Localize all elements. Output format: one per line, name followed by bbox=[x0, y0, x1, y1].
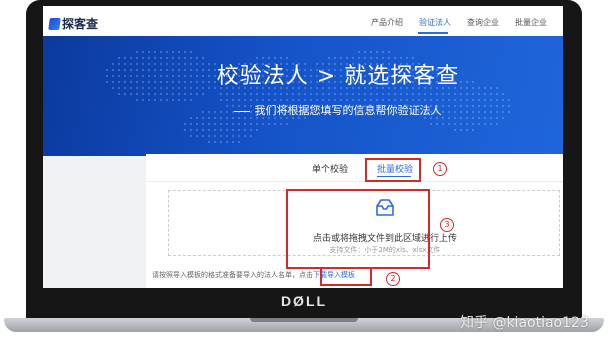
subtitle-dash bbox=[233, 110, 250, 112]
logo-mark-icon bbox=[48, 17, 61, 30]
annotation-box-batch-tab bbox=[365, 158, 421, 182]
hero-banner: 校验法人 > 就选探客查 我们将根据您填写的信息帮你验证法人 bbox=[43, 36, 563, 156]
tab-single-verify[interactable]: 单个校验 bbox=[312, 162, 348, 175]
annotation-box-download-link bbox=[320, 267, 372, 286]
top-nav: 探客查 产品介绍 验证法人 查询企业 批量企业 bbox=[43, 6, 563, 36]
nav-item-batch-company[interactable]: 批量企业 bbox=[515, 17, 547, 28]
tabs-divider bbox=[146, 181, 563, 182]
laptop-screen: 探客查 产品介绍 验证法人 查询企业 批量企业 校验法人 > 就选探客查 我们将… bbox=[43, 6, 563, 288]
nav-active-indicator bbox=[418, 32, 448, 34]
hero-subtitle: 我们将根据您填写的信息帮你验证法人 bbox=[254, 104, 442, 117]
laptop-brand-logo: DØLL bbox=[280, 293, 328, 309]
nav-item-verify-legal-person[interactable]: 验证法人 bbox=[419, 17, 451, 28]
photo-stage: DØLL 探客查 产品介绍 验证法人 查询企业 批量企业 校验法人 > 就选探客… bbox=[0, 0, 608, 342]
hero-subtitle-row: 我们将根据您填写的信息帮你验证法人 bbox=[43, 102, 563, 118]
logo-text: 探客查 bbox=[62, 17, 99, 31]
annotation-number-3: 3 bbox=[440, 218, 454, 232]
zhihu-watermark: 知乎 @kiaotiao123 bbox=[460, 315, 589, 331]
laptop-hinge-notch bbox=[250, 318, 358, 322]
template-hint-text: 请按照导入模板的格式准备要导入的法人名单，点击 bbox=[152, 271, 313, 279]
site-logo[interactable]: 探客查 bbox=[48, 15, 99, 32]
annotation-number-1: 1 bbox=[433, 162, 447, 176]
annotation-box-dropzone bbox=[286, 189, 430, 269]
world-map-dots-decoration bbox=[105, 50, 511, 144]
nav-item-product-intro[interactable]: 产品介绍 bbox=[371, 17, 403, 28]
annotation-number-2: 2 bbox=[386, 272, 400, 286]
nav-item-query-company[interactable]: 查询企业 bbox=[467, 17, 499, 28]
hero-title: 校验法人 > 就选探客查 bbox=[216, 64, 460, 89]
